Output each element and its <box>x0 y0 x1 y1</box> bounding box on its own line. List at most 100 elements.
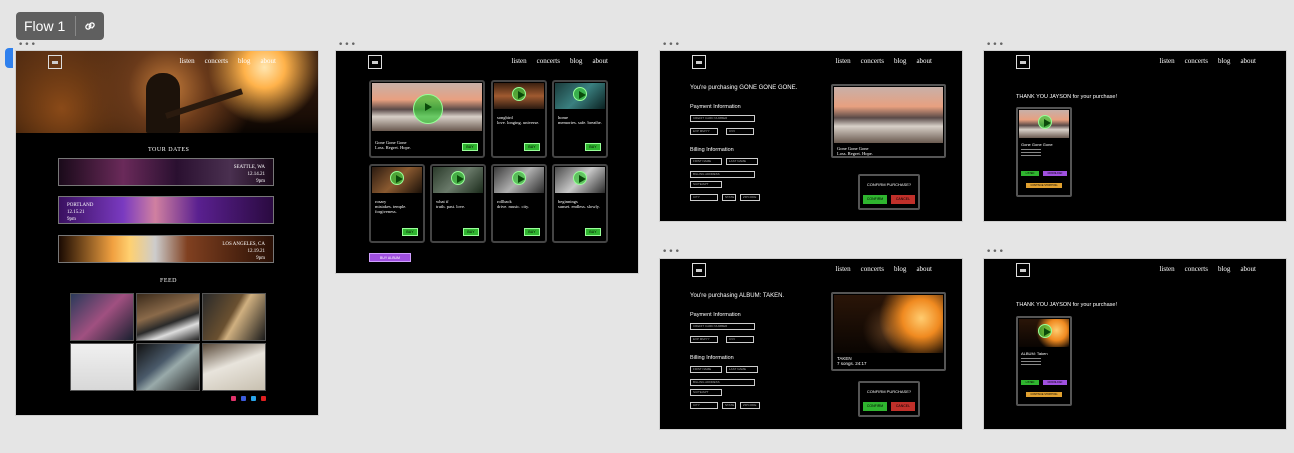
flow-start-indicator[interactable] <box>5 48 13 68</box>
download-button[interactable]: DOWNLOAD <box>1043 380 1067 385</box>
nav-about[interactable]: about <box>592 57 608 65</box>
confirm-button[interactable]: CONFIRM <box>863 402 887 411</box>
frame-thanks-album[interactable]: listen concerts blog about THANK YOU JAY… <box>983 258 1287 430</box>
exp-input[interactable]: EXP MM/YY <box>690 336 718 343</box>
tour-item[interactable]: LOS ANGELES, CA 12.19.21 9pm <box>58 235 274 263</box>
play-icon[interactable] <box>1038 115 1052 129</box>
play-icon[interactable] <box>451 171 465 185</box>
frame-checkout-song[interactable]: listen concerts blog about You're purcha… <box>659 50 963 222</box>
frame-menu-icon[interactable]: ••• <box>662 248 681 257</box>
first-name-input[interactable]: FIRST NAME <box>690 158 722 165</box>
card-number-input[interactable]: CREDIT CARD NUMBER <box>690 115 755 122</box>
exp-input[interactable]: EXP MM/YY <box>690 128 718 135</box>
city-input[interactable]: CITY <box>690 194 718 201</box>
frame-menu-icon[interactable]: ••• <box>662 41 681 50</box>
logo[interactable] <box>1016 55 1030 69</box>
play-icon[interactable] <box>413 94 443 124</box>
continue-shopping-button[interactable]: CONTINUE SHOPPING <box>1026 183 1062 188</box>
nav-blog[interactable]: blog <box>570 57 582 65</box>
song-card[interactable]: songbird love. longing. universe. BUY <box>491 80 547 158</box>
frame-menu-icon[interactable]: ••• <box>18 41 37 50</box>
twitter-icon[interactable] <box>251 396 256 401</box>
buy-button[interactable]: BUY <box>462 143 478 151</box>
tour-item[interactable]: SEATTLE, WA 12.14.21 9pm <box>58 158 274 186</box>
nav-about[interactable]: about <box>1240 265 1256 273</box>
logo[interactable] <box>368 55 382 69</box>
listen-button[interactable]: LISTEN <box>1021 380 1039 385</box>
frame-checkout-album[interactable]: listen concerts blog about You're purcha… <box>659 258 963 430</box>
nav-blog[interactable]: blog <box>894 57 906 65</box>
last-name-input[interactable]: LAST NAME <box>726 158 758 165</box>
nav-blog[interactable]: blog <box>894 265 906 273</box>
feed-image[interactable] <box>202 343 266 391</box>
first-name-input[interactable]: FIRST NAME <box>690 366 722 373</box>
apt-input[interactable]: SUITE/APT <box>690 181 722 188</box>
zip-input[interactable]: ZIPCODE <box>740 402 760 409</box>
cancel-button[interactable]: CANCEL <box>891 195 915 204</box>
flow-badge[interactable]: Flow 1 <box>16 12 105 40</box>
play-icon[interactable] <box>390 171 404 185</box>
play-icon[interactable] <box>512 171 526 185</box>
tour-item[interactable]: PORTLAND 12.15.21 9pm <box>58 196 274 224</box>
zip-input[interactable]: ZIPCODE <box>740 194 760 201</box>
song-card[interactable]: beginnings sunset. endless. slowly. BUY <box>552 164 608 243</box>
buy-album-button[interactable]: BUY ALBUM <box>369 253 411 262</box>
frame-menu-icon[interactable]: ••• <box>986 41 1005 50</box>
buy-button[interactable]: BUY <box>585 143 601 151</box>
nav-concerts[interactable]: concerts <box>861 265 884 273</box>
nav-listen[interactable]: listen <box>835 57 850 65</box>
feed-image[interactable] <box>70 343 134 391</box>
apt-input[interactable]: SUITE/APT <box>690 389 722 396</box>
song-card[interactable]: home memories. safe. breathe. BUY <box>552 80 608 158</box>
logo[interactable] <box>692 263 706 277</box>
feed-image[interactable] <box>136 293 200 341</box>
download-button[interactable]: DOWNLOAD <box>1043 171 1067 176</box>
state-input[interactable]: STATE <box>722 402 736 409</box>
frame-menu-icon[interactable]: ••• <box>986 248 1005 257</box>
nav-listen[interactable]: listen <box>179 57 194 65</box>
play-icon[interactable] <box>573 87 587 101</box>
nav-concerts[interactable]: concerts <box>861 57 884 65</box>
nav-concerts[interactable]: concerts <box>1185 265 1208 273</box>
buy-button[interactable]: BUY <box>585 228 601 236</box>
nav-concerts[interactable]: concerts <box>205 57 228 65</box>
card-number-input[interactable]: CREDIT CARD NUMBER <box>690 323 755 330</box>
song-card[interactable]: what if truth. past. love. BUY <box>430 164 486 243</box>
logo[interactable] <box>48 55 62 69</box>
cancel-button[interactable]: CANCEL <box>891 402 915 411</box>
nav-blog[interactable]: blog <box>1218 57 1230 65</box>
cvv-input[interactable]: CVV <box>726 336 754 343</box>
frame-menu-icon[interactable]: ••• <box>338 41 357 50</box>
nav-about[interactable]: about <box>1240 57 1256 65</box>
feed-image[interactable] <box>70 293 134 341</box>
nav-blog[interactable]: blog <box>238 57 250 65</box>
buy-button[interactable]: BUY <box>463 228 479 236</box>
nav-listen[interactable]: listen <box>835 265 850 273</box>
instagram-icon[interactable] <box>231 396 236 401</box>
billing-address-input[interactable]: BILLING ADDRESS <box>690 171 755 178</box>
logo[interactable] <box>1016 263 1030 277</box>
buy-button[interactable]: BUY <box>524 228 540 236</box>
nav-concerts[interactable]: concerts <box>1185 57 1208 65</box>
last-name-input[interactable]: LAST NAME <box>726 366 758 373</box>
continue-shopping-button[interactable]: CONTINUE SHOPPING <box>1026 392 1062 397</box>
nav-concerts[interactable]: concerts <box>537 57 560 65</box>
logo[interactable] <box>692 55 706 69</box>
play-icon[interactable] <box>512 87 526 101</box>
nav-about[interactable]: about <box>260 57 276 65</box>
billing-address-input[interactable]: BILLING ADDRESS <box>690 379 755 386</box>
nav-listen[interactable]: listen <box>1159 57 1174 65</box>
city-input[interactable]: CITY <box>690 402 718 409</box>
nav-about[interactable]: about <box>916 265 932 273</box>
frame-home[interactable]: listen concerts blog about TOUR DATES SE… <box>15 50 319 416</box>
frame-listen[interactable]: listen concerts blog about Gone Gone Gon… <box>335 50 639 274</box>
song-card[interactable]: rollback drive. music. city. BUY <box>491 164 547 243</box>
feed-image[interactable] <box>202 293 266 341</box>
nav-about[interactable]: about <box>916 57 932 65</box>
play-icon[interactable] <box>1038 324 1052 338</box>
cvv-input[interactable]: CVV <box>726 128 754 135</box>
nav-blog[interactable]: blog <box>1218 265 1230 273</box>
facebook-icon[interactable] <box>241 396 246 401</box>
feed-image[interactable] <box>136 343 200 391</box>
listen-button[interactable]: LISTEN <box>1021 171 1039 176</box>
